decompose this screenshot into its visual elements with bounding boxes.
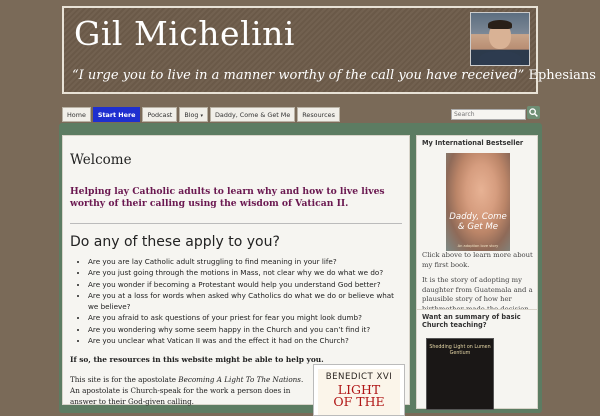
list-item: Are you just going through the motions i…: [88, 267, 402, 278]
nav-item-start-here[interactable]: Start Here: [92, 107, 141, 122]
list-item: Are you are lay Catholic adult strugglin…: [88, 256, 402, 267]
cover-subtitle: An adoption love story: [457, 244, 499, 248]
nav-item-blog-label: Blog: [184, 111, 199, 119]
main-content: Welcome Helping lay Catholic adults to l…: [62, 135, 410, 416]
cover-title: Shedding Light on Lumen Gentium: [429, 345, 491, 356]
nav-item-podcast[interactable]: Podcast: [142, 107, 178, 122]
tagline-quote: “I urge you to live in a manner worthy o…: [72, 68, 525, 83]
book-title-line2: OF THE: [333, 394, 385, 409]
search-button[interactable]: [527, 106, 540, 119]
nav-item-blog[interactable]: Blog ▾: [179, 107, 209, 122]
cover-title: Daddy, Come & Get Me: [449, 212, 507, 232]
bestseller-widget: My International Bestseller Daddy, Come …: [416, 135, 538, 329]
tagline-reference: Ephesians 4:1: [528, 68, 600, 83]
intro-statement: Helping lay Catholic adults to learn why…: [70, 186, 385, 209]
page-title: Welcome: [70, 152, 132, 168]
search-input[interactable]: [451, 109, 526, 120]
apostolate-name: Becoming A Light To The Nations: [178, 375, 301, 385]
divider: [70, 223, 402, 224]
nav-item-daddy-come-get-me[interactable]: Daddy, Come & Get Me: [210, 107, 296, 122]
list-item: Are you wondering why some seem happy in…: [88, 324, 402, 335]
list-item: Are you afraid to ask questions of your …: [88, 312, 402, 323]
book-cover-daddy-come-get-me[interactable]: Daddy, Come & Get Me An adoption love st…: [446, 153, 510, 251]
nav-item-home[interactable]: Home: [62, 107, 91, 122]
para-prefix: This site is for the apostolate: [70, 375, 179, 385]
site-title[interactable]: Gil Michelini: [74, 14, 295, 53]
nav-item-resources[interactable]: Resources: [297, 107, 340, 122]
apostolate-paragraph: This site is for the apostolate Becoming…: [70, 374, 305, 407]
site-header: Gil Michelini “I urge you to live in a m…: [62, 6, 600, 94]
church-teaching-widget: Want an summary of basic Church teaching…: [416, 309, 538, 410]
chevron-down-icon: ▾: [200, 113, 204, 119]
site-tagline: “I urge you to live in a manner worthy o…: [72, 68, 600, 83]
search-icon: [529, 108, 538, 117]
widget-title: My International Bestseller: [422, 139, 524, 147]
main-nav: Home Start Here Podcast Blog ▾ Daddy, Co…: [62, 107, 340, 122]
widget-text-learn-more: Click above to learn more about my first…: [422, 251, 533, 269]
list-item: Are you wonder if becoming a Protestant …: [88, 279, 402, 290]
book-author: BENEDICT XVI: [325, 372, 393, 382]
book-cover-light-of-the-nations[interactable]: BENEDICT XVI LIGHT OF THE: [313, 364, 405, 416]
list-item: Are you at a loss for words when asked w…: [88, 290, 402, 313]
book-cover-lumen-gentium[interactable]: Shedding Light on Lumen Gentium: [426, 338, 494, 410]
section-heading: Do any of these apply to you?: [70, 234, 280, 250]
author-photo: [470, 12, 530, 66]
widget-title: Want an summary of basic Church teaching…: [422, 313, 521, 329]
question-list: Are you are lay Catholic adult strugglin…: [70, 256, 402, 346]
list-item: Are you unclear what Vatican II was and …: [88, 335, 402, 346]
